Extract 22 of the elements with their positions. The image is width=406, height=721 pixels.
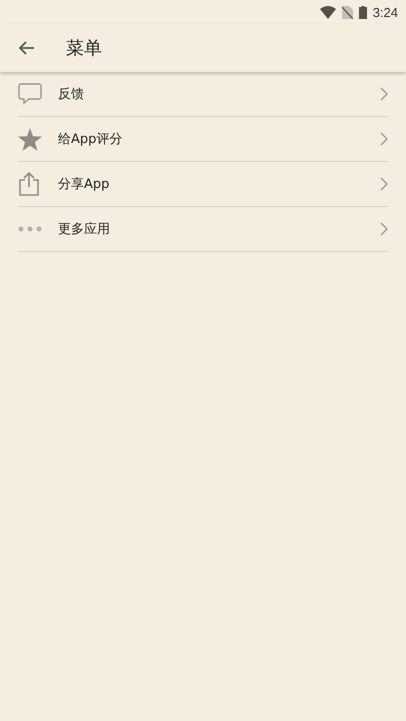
chevron-icon <box>380 87 388 101</box>
menu-item[interactable]: 更多应用 <box>18 207 388 252</box>
speech-bubble-icon <box>18 83 42 105</box>
menu-item[interactable]: 给App评分 <box>18 117 388 162</box>
page-title: 菜单 <box>66 37 102 60</box>
chevron-icon <box>380 177 388 191</box>
menu-item-label: 给App评分 <box>58 131 124 148</box>
menu-item-label: 分享App <box>58 176 110 193</box>
battery-icon <box>358 6 367 18</box>
menu-item-label: 反馈 <box>58 86 85 103</box>
star-icon <box>18 128 42 150</box>
back-arrow-icon <box>18 41 34 55</box>
chevron-icon <box>380 132 388 146</box>
chevron-icon <box>380 222 388 236</box>
status-time: 3:24 <box>372 4 398 20</box>
menu-item[interactable]: 分享App <box>18 162 388 207</box>
share-icon <box>18 171 40 197</box>
no-sim-icon <box>342 6 353 18</box>
wifi-icon <box>320 6 336 18</box>
menu-item-label: 更多应用 <box>58 221 111 238</box>
more-icon <box>18 226 42 232</box>
menu-item[interactable]: 反馈 <box>18 72 388 117</box>
